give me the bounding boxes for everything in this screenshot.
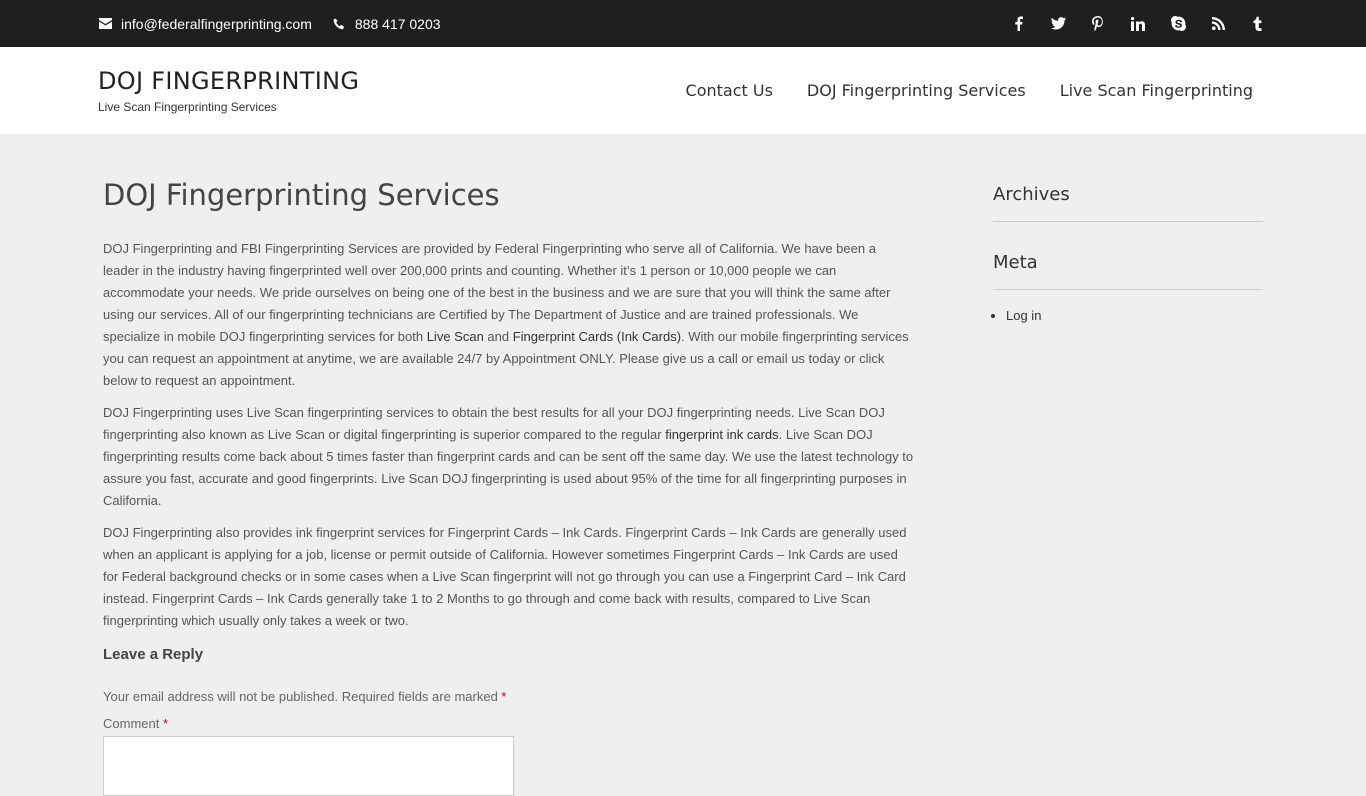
- top-bar: info@federalfingerprinting.com 888 417 0…: [0, 0, 1366, 47]
- email-contact[interactable]: info@federalfingerprinting.com: [98, 16, 312, 32]
- contact-info: info@federalfingerprinting.com 888 417 0…: [98, 0, 461, 47]
- reply-title: Leave a Reply: [103, 646, 204, 663]
- required-mark: *: [501, 689, 507, 704]
- nav-doj-fingerprinting-services[interactable]: DOJ Fingerprinting Services: [807, 81, 1026, 100]
- paragraph-2: DOJ Fingerprinting uses Live Scan finger…: [103, 402, 915, 512]
- fingerprint-ink-cards-link[interactable]: fingerprint ink cards: [665, 427, 778, 442]
- linkedin-icon[interactable]: [1130, 16, 1146, 32]
- envelope-icon: [98, 17, 112, 31]
- email-link[interactable]: info@federalfingerprinting.com: [121, 16, 312, 32]
- comment-textarea[interactable]: [103, 736, 514, 796]
- meta-list: Log in: [993, 308, 1263, 323]
- rss-icon[interactable]: [1210, 16, 1226, 32]
- required-mark: *: [162, 716, 169, 731]
- site-branding: DOJ FINGERPRINTING Live Scan Fingerprint…: [98, 67, 359, 114]
- meta-item: Log in: [1006, 308, 1263, 323]
- sidebar: Archives Meta Log in: [993, 134, 1263, 323]
- notes-text: Your email address will not be published…: [103, 689, 498, 704]
- pinterest-icon[interactable]: [1090, 16, 1106, 32]
- archives-title: Archives: [993, 184, 1263, 222]
- tumblr-icon[interactable]: [1250, 16, 1266, 32]
- nav-live-scan-fingerprinting[interactable]: Live Scan Fingerprinting: [1060, 81, 1253, 100]
- skype-icon[interactable]: [1170, 16, 1186, 32]
- phone-contact[interactable]: 888 417 0203: [332, 16, 441, 32]
- meta-widget: Meta Log in: [993, 252, 1263, 323]
- comment-label: Comment *: [103, 716, 915, 731]
- site-title[interactable]: DOJ FINGERPRINTING: [98, 67, 359, 95]
- fingerprint-cards-link[interactable]: Fingerprint Cards (Ink Cards): [513, 329, 681, 344]
- phone-icon: [332, 17, 346, 31]
- facebook-icon[interactable]: [1010, 16, 1026, 32]
- live-scan-link[interactable]: Live Scan: [427, 329, 484, 344]
- archives-widget: Archives: [993, 184, 1263, 222]
- main-content: DOJ Fingerprinting Services DOJ Fingerpr…: [103, 134, 915, 796]
- twitter-icon[interactable]: [1050, 16, 1066, 32]
- log-in-link[interactable]: Log in: [1006, 308, 1041, 323]
- paragraph-text: and: [483, 329, 513, 344]
- nav-contact-us[interactable]: Contact Us: [686, 81, 773, 100]
- social-links: [986, 0, 1266, 47]
- paragraph-1: DOJ Fingerprinting and FBI Fingerprintin…: [103, 238, 915, 392]
- site-header: DOJ FINGERPRINTING Live Scan Fingerprint…: [0, 47, 1366, 134]
- comment-label-text: Comment: [103, 716, 160, 731]
- meta-title: Meta: [993, 252, 1263, 290]
- site-tagline: Live Scan Fingerprinting Services: [98, 100, 277, 114]
- main-nav: Contact Us DOJ Fingerprinting Services L…: [652, 47, 1253, 134]
- paragraph-3: DOJ Fingerprinting also provides ink fin…: [103, 525, 907, 628]
- phone-number[interactable]: 888 417 0203: [355, 16, 441, 32]
- comment-notes: Your email address will not be published…: [103, 689, 915, 704]
- page-title: DOJ Fingerprinting Services: [103, 178, 500, 212]
